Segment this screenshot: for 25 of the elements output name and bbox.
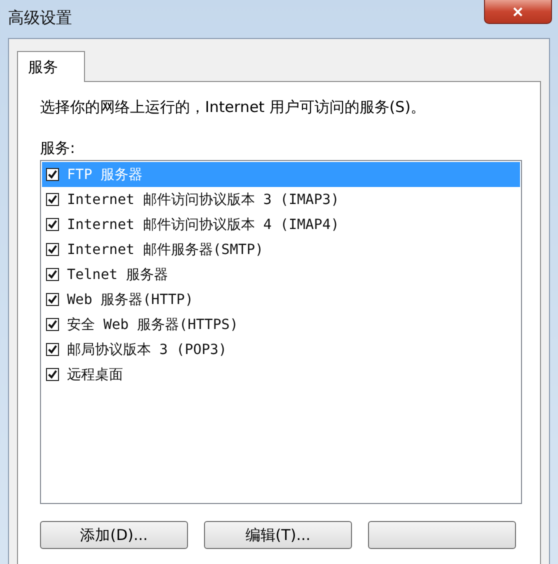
checkbox[interactable] bbox=[46, 343, 59, 356]
list-item[interactable]: Internet 邮件服务器(SMTP) bbox=[42, 237, 520, 262]
checkbox[interactable] bbox=[46, 293, 59, 306]
list-item[interactable]: Internet 邮件访问协议版本 3 (IMAP3) bbox=[42, 187, 520, 212]
list-item[interactable]: 邮局协议版本 3 (POP3) bbox=[42, 337, 520, 362]
checkbox[interactable] bbox=[46, 243, 59, 256]
list-item[interactable]: Internet 邮件访问协议版本 4 (IMAP4) bbox=[42, 212, 520, 237]
tab[interactable]: 服务 bbox=[17, 51, 85, 82]
checkbox[interactable] bbox=[46, 168, 59, 181]
list-item[interactable]: 安全 Web 服务器(HTTPS) bbox=[42, 312, 520, 337]
list-item[interactable]: Web 服务器(HTTP) bbox=[42, 287, 520, 312]
window-title: 高级设置 bbox=[8, 8, 72, 29]
dialog-button[interactable] bbox=[368, 521, 516, 549]
description-text: 选择你的网络上运行的，Internet 用户可访问的服务(S)。 bbox=[40, 98, 427, 117]
close-button[interactable]: ✕ bbox=[484, 0, 552, 24]
list-label: 服务: bbox=[40, 139, 76, 158]
checkbox[interactable] bbox=[46, 368, 59, 381]
list-item[interactable]: Telnet 服务器 bbox=[42, 262, 520, 287]
checkbox[interactable] bbox=[46, 318, 59, 331]
checkbox[interactable] bbox=[46, 268, 59, 281]
list-item[interactable]: 远程桌面 bbox=[42, 362, 520, 387]
checkbox[interactable] bbox=[46, 193, 59, 206]
dialog-button[interactable]: 添加(D)... bbox=[40, 521, 188, 549]
checkbox[interactable] bbox=[46, 218, 59, 231]
dialog-button[interactable]: 编辑(T)... bbox=[204, 521, 352, 549]
